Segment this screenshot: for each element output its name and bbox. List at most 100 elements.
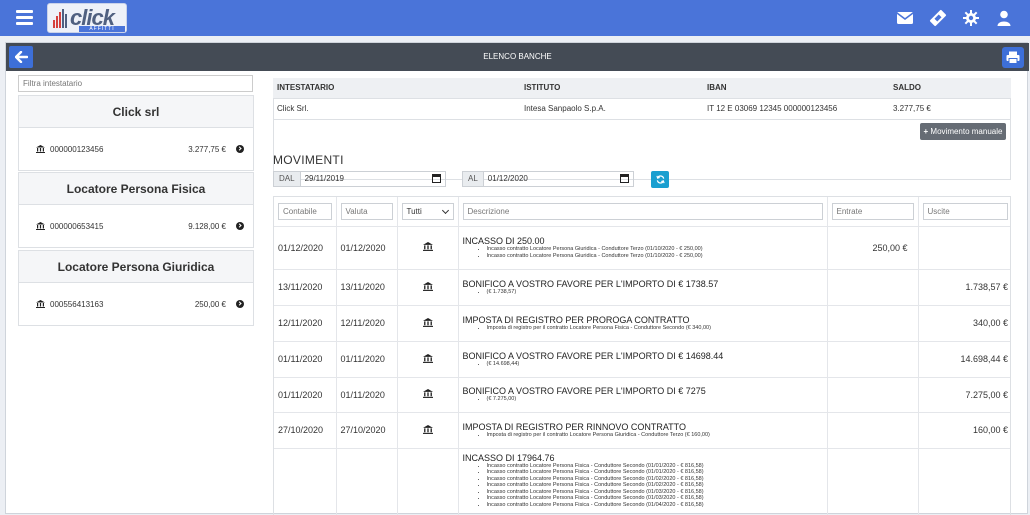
calendar-icon[interactable]: [620, 174, 629, 183]
date-from-label: DAL: [273, 171, 301, 187]
cell-description: INCASSO DI 17964.76 Incasso contratto Lo…: [458, 448, 828, 515]
calendar-icon[interactable]: [432, 174, 441, 183]
account-balance: 250,00 €: [194, 300, 226, 309]
table-row[interactable]: 13/11/2020 13/11/2020 BONIFICO A VOSTRO …: [274, 269, 1010, 306]
cell-description: BONIFICO A VOSTRO FAVORE PER L'IMPORTO D…: [458, 341, 828, 378]
cell-entrate: [827, 341, 919, 378]
cell-valuta: 01/11/2020: [336, 341, 398, 378]
arrow-left-icon: [14, 51, 28, 63]
movement-title: IMPOSTA DI REGISTRO PER RINNOVO CONTRATT…: [462, 421, 687, 432]
movements-table-container: Contabile Valuta Tutti Descrizione Entra…: [273, 196, 1011, 515]
date-to-input[interactable]: 01/12/2020: [483, 171, 634, 187]
manual-movement-button[interactable]: + Movimento manuale: [920, 123, 1006, 140]
table-row[interactable]: 01/12/2020 01/12/2020 INCASSO DI 250.00 …: [274, 226, 1010, 270]
account-number: 000000653415: [50, 222, 104, 231]
valuta-filter[interactable]: Valuta: [340, 202, 393, 220]
movement-title: IMPOSTA DI REGISTRO PER PROROGA CONTRATT…: [462, 314, 690, 325]
filter-owner-input[interactable]: [18, 75, 253, 92]
table-row[interactable]: INCASSO DI 17964.76 Incasso contratto Lo…: [274, 448, 1010, 515]
ticket-icon[interactable]: [928, 8, 948, 28]
refresh-button[interactable]: [651, 171, 669, 188]
cell-contabile: 01/11/2020: [274, 341, 337, 378]
cell-istituto: Intesa Sanpaolo S.p.A.: [520, 98, 703, 120]
account-balance: 3.277,75 €: [188, 145, 226, 154]
chevron-circle-right-icon[interactable]: [236, 145, 244, 153]
table-row[interactable]: 01/11/2020 01/11/2020 BONIFICO A VOSTRO …: [274, 377, 1010, 413]
cell-description: IMPOSTA DI REGISTRO PER PROROGA CONTRATT…: [458, 305, 828, 342]
bank-icon: [397, 377, 459, 413]
cell-contabile: 27/10/2020: [274, 412, 337, 449]
table-row[interactable]: 27/10/2020 27/10/2020 IMPOSTA DI REGISTR…: [274, 412, 1010, 449]
cell-iban: IT 12 E 03069 12345 000000123456: [703, 98, 889, 120]
cell-intestatario: Click Srl.: [273, 98, 520, 120]
printer-icon: [1006, 51, 1020, 64]
movements-table: Contabile Valuta Tutti Descrizione Entra…: [274, 197, 1010, 515]
table-row: Click Srl. Intesa Sanpaolo S.p.A. IT 12 …: [273, 98, 1011, 120]
owner-card-click-srl: Click srl 000000123456 3.277,75 €: [18, 95, 254, 171]
cell-contabile: 13/11/2020: [274, 269, 337, 306]
date-from-value: 29/11/2019: [304, 174, 345, 183]
cell-valuta: 12/11/2020: [336, 305, 398, 342]
cell-valuta: [336, 448, 398, 515]
print-button[interactable]: [1002, 47, 1024, 68]
cell-entrate: [827, 412, 919, 449]
chevron-circle-right-icon[interactable]: [236, 300, 244, 308]
cell-entrate: [827, 305, 919, 342]
col-header-intestatario: INTESTATARIO: [273, 78, 520, 99]
cell-entrate: [827, 377, 919, 413]
cell-description: BONIFICO A VOSTRO FAVORE PER L'IMPORTO D…: [458, 377, 828, 413]
owner-name: Locatore Persona Giuridica: [19, 251, 253, 283]
movement-detail: Incasso contratto Locatore Persona Giuri…: [487, 253, 823, 260]
cell-uscite: 160,00 €: [918, 412, 1010, 449]
cell-type: [397, 448, 459, 515]
cell-uscite: [918, 226, 1010, 270]
user-icon[interactable]: [994, 8, 1014, 28]
movement-title: INCASSO DI 17964.76: [462, 452, 555, 463]
table-header-row: INTESTATARIO ISTITUTO IBAN SALDO: [273, 78, 1011, 99]
hamburger-icon[interactable]: [16, 10, 33, 25]
contabile-filter[interactable]: Contabile: [278, 202, 332, 220]
bank-icon: [397, 305, 459, 342]
cell-contabile: 12/11/2020: [274, 305, 337, 342]
uscite-filter[interactable]: Uscite: [922, 202, 1008, 220]
movement-title: INCASSO DI 250.00: [462, 236, 545, 246]
table-row[interactable]: 01/11/2020 01/11/2020 BONIFICO A VOSTRO …: [274, 341, 1010, 378]
bank-icon: [36, 300, 45, 310]
cell-entrate: [827, 269, 919, 306]
type-filter-select[interactable]: Tutti: [401, 202, 454, 220]
col-header-istituto: ISTITUTO: [520, 78, 703, 99]
manual-movement-label: Movimento manuale: [930, 127, 1003, 136]
movement-title: BONIFICO A VOSTRO FAVORE PER L'IMPORTO D…: [462, 350, 724, 361]
cell-description: BONIFICO A VOSTRO FAVORE PER L'IMPORTO D…: [458, 269, 828, 306]
app-logo[interactable]: click AFFITTI: [47, 3, 127, 33]
description-filter[interactable]: Descrizione: [462, 202, 823, 220]
movement-detail: Imposta di registro per il contratto Loc…: [487, 325, 823, 332]
bank-icon: [397, 341, 459, 378]
account-row[interactable]: 000556413163 250,00 €: [19, 283, 253, 325]
owner-name: Locatore Persona Fisica: [19, 173, 253, 205]
table-row[interactable]: 12/11/2020 12/11/2020 IMPOSTA DI REGISTR…: [274, 305, 1010, 342]
movement-title: BONIFICO A VOSTRO FAVORE PER L'IMPORTO D…: [462, 278, 719, 289]
cell-uscite: 340,00 €: [918, 305, 1010, 342]
cell-contabile: 01/11/2020: [274, 377, 337, 413]
owner-card-locatore-persona-fisica: Locatore Persona Fisica 000000653415 9.1…: [18, 172, 254, 248]
cell-uscite: 1.738,57 €: [918, 269, 1010, 306]
movement-detail: (€ 1.738,57): [487, 289, 823, 296]
account-summary-table: INTESTATARIO ISTITUTO IBAN SALDO Click S…: [273, 78, 1011, 120]
bank-icon: [36, 145, 45, 155]
date-from-input[interactable]: 29/11/2019: [300, 171, 446, 187]
movement-detail: (€ 7.275,00): [487, 396, 823, 403]
chevron-circle-right-icon[interactable]: [236, 222, 244, 230]
col-header-saldo: SALDO: [889, 78, 1011, 99]
envelope-icon[interactable]: [895, 8, 915, 28]
gear-icon[interactable]: [961, 8, 981, 28]
panel-header: ELENCO BANCHE: [6, 43, 1029, 71]
account-number: 000000123456: [50, 145, 104, 154]
account-row[interactable]: 000000653415 9.128,00 €: [19, 205, 253, 247]
account-balance: 9.128,00 €: [188, 222, 226, 231]
back-button[interactable]: [9, 46, 33, 68]
account-row[interactable]: 000000123456 3.277,75 €: [19, 128, 253, 170]
cell-uscite: 14.698,44 €: [918, 341, 1010, 378]
entrate-filter[interactable]: Entrate: [831, 202, 914, 220]
cell-valuta: 01/12/2020: [336, 226, 398, 270]
